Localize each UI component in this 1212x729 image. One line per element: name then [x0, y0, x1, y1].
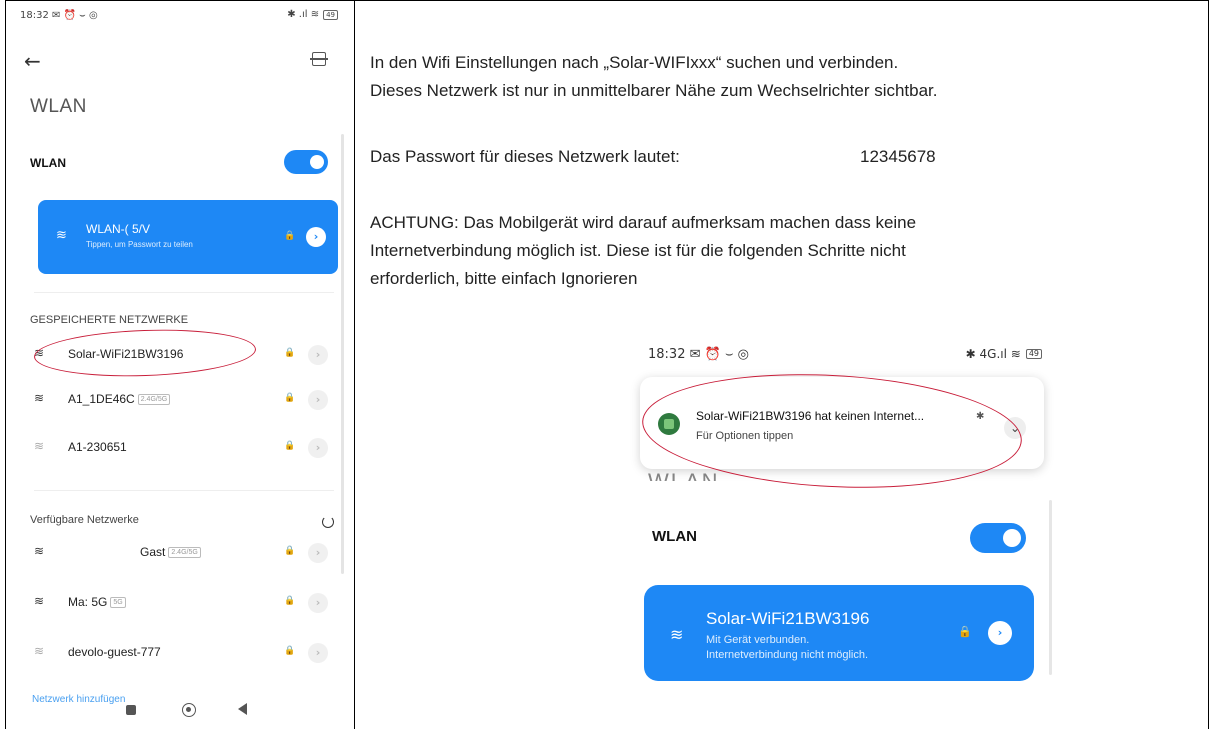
connected-network-card[interactable]: ≋ Solar-WiFi21BW3196 Mit Gerät verbunden… — [644, 585, 1034, 681]
network-details-button[interactable]: › — [308, 593, 328, 613]
wlan-toggle[interactable] — [284, 150, 328, 174]
network-name: Gast 2.4G/5G — [140, 545, 201, 559]
left-phone-screenshot: 18:32 ✉ ⏰ ⌣ ◎ ✱ .ıl ≋ 49 ← WLAN WLAN ≋ W… — [10, 4, 348, 725]
status-bar-time: 18:32 ✉ ⏰ ⌣ ◎ — [648, 347, 749, 362]
network-name: Ma: 5G 5G — [68, 595, 126, 609]
instruction-line-1: In den Wifi Einstellungen nach „Solar-WI… — [370, 53, 899, 72]
annotation-circle — [33, 326, 257, 380]
page-title: WLAN — [30, 96, 87, 117]
recents-icon[interactable] — [126, 705, 136, 715]
saved-network-row[interactable]: ≋ A1_1DE46C 2.4G/5G 🔒 › — [30, 387, 340, 413]
network-name: A1-230651 — [68, 440, 127, 454]
scrollbar[interactable] — [1049, 500, 1052, 675]
network-details-button[interactable]: › — [988, 621, 1012, 645]
network-details-button[interactable]: › — [308, 345, 328, 365]
lock-icon: 🔒 — [284, 393, 296, 403]
back-icon[interactable] — [238, 703, 247, 715]
warning-line-2: Internetverbindung möglich ist. Diese is… — [370, 241, 906, 260]
password-label: Das Passwort für dieses Netzwerk lautet: — [370, 147, 680, 166]
signal-icon: ✱ .ıl ≋ — [287, 9, 320, 20]
warning-line-3: erforderlich, bitte einfach Ignorieren — [370, 269, 638, 288]
password-value: 12345678 — [860, 147, 936, 166]
lock-icon: 🔒 — [284, 231, 296, 241]
lock-icon: 🔒 — [284, 596, 296, 606]
wlan-toggle[interactable] — [970, 523, 1026, 553]
refresh-icon[interactable] — [322, 516, 334, 528]
page-title-partial: WLAN — [648, 469, 720, 481]
network-details-button[interactable]: › — [308, 543, 328, 563]
wifi-icon: ≋ — [34, 594, 45, 608]
saved-networks-heading: GESPEICHERTE NETZWERKE — [30, 314, 189, 326]
connected-network-status: Mit Gerät verbunden. Internetverbindung … — [706, 634, 869, 661]
band-badge: 2.4G/5G — [168, 547, 201, 559]
divider — [34, 490, 334, 491]
band-badge: 5G — [110, 597, 126, 609]
lock-icon: 🔒 — [284, 646, 296, 656]
status-bar-time: 18:32 ✉ ⏰ ⌣ ◎ — [20, 10, 98, 21]
scrollbar[interactable] — [341, 134, 344, 574]
network-name: devolo-guest-777 — [68, 645, 161, 659]
qr-scan-icon[interactable] — [310, 52, 328, 66]
wlan-toggle-label: WLAN — [652, 528, 697, 545]
wifi-icon: ≋ — [34, 544, 45, 558]
network-details-button[interactable]: › — [306, 227, 326, 247]
table-border-middle — [354, 0, 355, 729]
connected-network-name: Solar-WiFi21BW3196 — [706, 609, 870, 628]
wifi-icon: ≋ — [34, 439, 45, 453]
android-nav-bar — [10, 702, 348, 724]
table-border-top — [5, 0, 1209, 1]
connected-network-card[interactable]: ≋ WLAN-( 5/V Tippen, um Passwort zu teil… — [38, 200, 338, 274]
lock-icon: 🔒 — [958, 625, 972, 638]
divider — [34, 292, 334, 293]
available-network-row[interactable]: ≋ devolo-guest-777 🔒 › — [30, 640, 340, 666]
network-name: A1_1DE46C 2.4G/5G — [68, 392, 171, 406]
wifi-icon: ≋ — [34, 644, 45, 658]
saved-network-row[interactable]: ≋ A1-230651 🔒 › — [30, 435, 340, 461]
table-border-right — [1208, 0, 1209, 729]
available-networks-heading: Verfügbare Netzwerke — [30, 514, 139, 526]
table-border-left — [5, 0, 6, 729]
lock-icon: 🔒 — [284, 348, 296, 358]
notification-screenshot: 18:32 ✉ ⏰ ⌣ ◎ ✱ 4G.ıl ≋ 49 WLAN Solar-Wi… — [630, 335, 1062, 695]
warning-line-1: ACHTUNG: Das Mobilgerät wird darauf aufm… — [370, 213, 917, 232]
lock-icon: 🔒 — [284, 546, 296, 556]
band-badge: 2.4G/5G — [137, 394, 171, 406]
wifi-icon: ≋ — [670, 625, 684, 644]
network-details-button[interactable]: › — [308, 390, 328, 410]
available-network-row[interactable]: ≋ Gast 2.4G/5G 🔒 › — [30, 540, 340, 566]
network-details-button[interactable]: › — [308, 643, 328, 663]
connected-network-sub: Tippen, um Passwort zu teilen — [86, 240, 193, 249]
wifi-icon: ≋ — [56, 228, 67, 243]
battery-icon: 49 — [323, 9, 338, 20]
signal-icon: ✱ 4G.ıl ≋ — [965, 347, 1021, 361]
home-icon[interactable] — [182, 703, 196, 717]
wifi-icon: ≋ — [34, 391, 45, 405]
battery-icon: 49 — [1025, 349, 1042, 359]
status-bar-icons: ✱ .ıl ≋ 49 — [287, 9, 338, 20]
instruction-line-2: Dieses Netzwerk ist nur in unmittelbarer… — [370, 81, 938, 100]
network-details-button[interactable]: › — [308, 438, 328, 458]
status-bar-icons: ✱ 4G.ıl ≋ 49 — [966, 347, 1042, 361]
available-network-row[interactable]: ≋ Ma: 5G 5G 🔒 › — [30, 590, 340, 616]
lock-icon: 🔒 — [284, 441, 296, 451]
connected-network-name: WLAN-( 5/V — [86, 222, 151, 236]
back-arrow-icon[interactable]: ← — [24, 49, 41, 73]
wlan-toggle-label: WLAN — [30, 156, 66, 170]
